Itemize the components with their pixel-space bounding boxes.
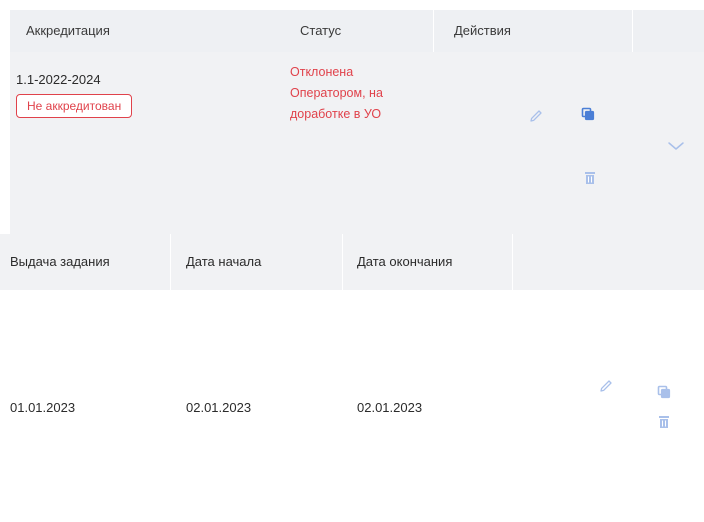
end-date: 02.01.2023 (357, 400, 423, 415)
issue-date: 01.01.2023 (10, 400, 76, 415)
header-start-date: Дата начала (186, 254, 262, 269)
header-issue: Выдача задания (10, 254, 110, 269)
status-line: доработке в УО (290, 107, 382, 121)
status-badge: Не аккредитован (16, 94, 133, 118)
status-line: Отклонена (290, 65, 354, 79)
header-end-date: Дата окончания (357, 254, 453, 269)
sub-table-header: Выдача задания Дата начала Дата окончани… (0, 234, 704, 290)
status-text: Отклонена Оператором, на доработке в УО (290, 62, 430, 125)
pencil-icon[interactable] (598, 378, 614, 394)
header-actions: Действия (454, 23, 511, 38)
pencil-icon[interactable] (528, 108, 544, 124)
start-date: 02.01.2023 (186, 400, 252, 415)
copy-icon[interactable] (656, 384, 672, 400)
header-divider (632, 10, 633, 52)
status-line: Оператором, на (290, 86, 383, 100)
header-accreditation: Аккредитация (26, 23, 110, 38)
accreditation-code: 1.1-2022-2024 (16, 72, 101, 87)
header-divider (512, 234, 513, 290)
header-divider (433, 10, 434, 52)
header-divider (170, 234, 171, 290)
trash-icon[interactable] (583, 170, 597, 186)
header-status: Статус (300, 23, 342, 38)
header-divider (342, 234, 343, 290)
trash-icon[interactable] (657, 414, 671, 430)
main-table-header: Аккредитация Статус Действия (10, 10, 704, 52)
copy-icon[interactable] (580, 106, 596, 122)
chevron-down-icon[interactable] (667, 140, 685, 152)
